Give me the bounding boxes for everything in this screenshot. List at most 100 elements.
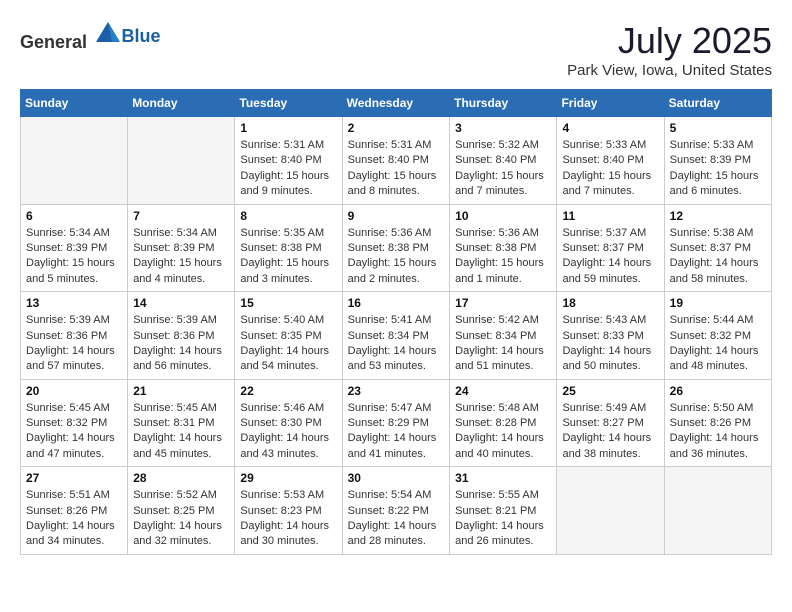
sunset-text: Sunset: 8:25 PM <box>133 505 214 517</box>
calendar-cell: 27 Sunrise: 5:51 AMSunset: 8:26 PMDayligh… <box>21 467 128 555</box>
sunrise-text: Sunrise: 5:36 AM <box>455 227 539 239</box>
day-number: 21 <box>133 384 229 398</box>
day-info: Sunrise: 5:43 AMSunset: 8:33 PMDaylight:… <box>562 313 658 375</box>
calendar-cell: 8Sunrise: 5:35 AMSunset: 8:38 PMDaylight… <box>235 204 342 292</box>
header-tuesday: Tuesday <box>235 90 342 117</box>
sunset-text: Sunset: 8:36 PM <box>133 330 214 342</box>
sunrise-text: Sunrise: 5:38 AM <box>670 227 754 239</box>
calendar-cell: 18Sunrise: 5:43 AMSunset: 8:33 PMDayligh… <box>557 292 664 380</box>
day-info: Sunrise: 5:38 AMSunset: 8:37 PMDaylight:… <box>670 226 766 288</box>
calendar-cell: 3 Sunrise: 5:32 AMSunset: 8:40 PMDaylight… <box>450 117 557 205</box>
sunrise-text: Sunrise: 5:43 AM <box>562 314 646 326</box>
daylight-text: Daylight: 14 hours and 51 minutes. <box>455 345 544 372</box>
sunrise-text: Sunrise: 5:55 AM <box>455 489 539 501</box>
daylight-text: Daylight: 15 hours and 7 minutes. <box>455 170 544 197</box>
day-info: Sunrise: 5:39 AMSunset: 8:36 PMDaylight:… <box>26 313 122 375</box>
daylight-text: Daylight: 15 hours and 6 minutes. <box>670 170 759 197</box>
sunset-text: Sunset: 8:38 PM <box>348 242 429 254</box>
daylight-text: Daylight: 14 hours and 45 minutes. <box>133 432 222 459</box>
sunset-text: Sunset: 8:28 PM <box>455 417 536 429</box>
sunrise-text: Sunrise: 5:33 AM <box>562 139 646 151</box>
calendar-cell: 30Sunrise: 5:54 AMSunset: 8:22 PMDayligh… <box>342 467 450 555</box>
sunset-text: Sunset: 8:38 PM <box>455 242 536 254</box>
sunset-text: Sunset: 8:40 PM <box>348 154 429 166</box>
sunrise-text: Sunrise: 5:45 AM <box>26 402 110 414</box>
sunset-text: Sunset: 8:32 PM <box>26 417 107 429</box>
day-info: Sunrise: 5:55 AMSunset: 8:21 PMDaylight:… <box>455 488 551 550</box>
daylight-text: Daylight: 14 hours and 47 minutes. <box>26 432 115 459</box>
calendar-cell: 11Sunrise: 5:37 AMSunset: 8:37 PMDayligh… <box>557 204 664 292</box>
daylight-text: Daylight: 14 hours and 59 minutes. <box>562 257 651 284</box>
day-number: 22 <box>240 384 336 398</box>
day-number: 7 <box>133 209 229 223</box>
day-number: 3 <box>455 121 551 135</box>
sunrise-text: Sunrise: 5:33 AM <box>670 139 754 151</box>
sunset-text: Sunset: 8:27 PM <box>562 417 643 429</box>
day-info: Sunrise: 5:34 AMSunset: 8:39 PMDaylight:… <box>133 226 229 288</box>
daylight-text: Daylight: 14 hours and 57 minutes. <box>26 345 115 372</box>
day-number: 5 <box>670 121 766 135</box>
daylight-text: Daylight: 14 hours and 40 minutes. <box>455 432 544 459</box>
daylight-text: Daylight: 14 hours and 34 minutes. <box>26 520 115 547</box>
daylight-text: Daylight: 14 hours and 36 minutes. <box>670 432 759 459</box>
sunrise-text: Sunrise: 5:51 AM <box>26 489 110 501</box>
sunset-text: Sunset: 8:39 PM <box>670 154 751 166</box>
day-number: 24 <box>455 384 551 398</box>
logo-general: General <box>20 32 87 52</box>
day-number: 2 <box>348 121 445 135</box>
sunrise-text: Sunrise: 5:36 AM <box>348 227 432 239</box>
daylight-text: Daylight: 15 hours and 8 minutes. <box>348 170 437 197</box>
day-info: Sunrise: 5:52 AMSunset: 8:25 PMDaylight:… <box>133 488 229 550</box>
day-number: 1 <box>240 121 336 135</box>
day-info: Sunrise: 5:36 AMSunset: 8:38 PMDaylight:… <box>348 226 445 288</box>
sunset-text: Sunset: 8:34 PM <box>348 330 429 342</box>
sunrise-text: Sunrise: 5:52 AM <box>133 489 217 501</box>
calendar-cell <box>128 117 235 205</box>
day-number: 19 <box>670 296 766 310</box>
day-info: Sunrise: 5:48 AMSunset: 8:28 PMDaylight:… <box>455 401 551 463</box>
sunset-text: Sunset: 8:23 PM <box>240 505 321 517</box>
sunset-text: Sunset: 8:21 PM <box>455 505 536 517</box>
day-info: Sunrise: 5:36 AM Sunset: 8:38 PM Daylight:… <box>455 226 551 288</box>
sunrise-text: Sunrise: 5:54 AM <box>348 489 432 501</box>
day-info: Sunrise: 5:53 AMSunset: 8:23 PMDaylight:… <box>240 488 336 550</box>
sunrise-text: Sunrise: 5:47 AM <box>348 402 432 414</box>
calendar-cell: 16Sunrise: 5:41 AMSunset: 8:34 PMDayligh… <box>342 292 450 380</box>
header-monday: Monday <box>128 90 235 117</box>
day-number: 27 <box>26 471 122 485</box>
sunset-text: Sunset: 8:38 PM <box>240 242 321 254</box>
daylight-text: Daylight: 15 hours and 1 minute. <box>455 257 544 284</box>
subtitle: Park View, Iowa, United States <box>567 62 772 79</box>
logo-icon <box>94 20 122 48</box>
day-number: 15 <box>240 296 336 310</box>
sunset-text: Sunset: 8:31 PM <box>133 417 214 429</box>
sunset-text: Sunset: 8:37 PM <box>562 242 643 254</box>
daylight-text: Daylight: 14 hours and 58 minutes. <box>670 257 759 284</box>
sunrise-text: Sunrise: 5:46 AM <box>240 402 324 414</box>
daylight-text: Daylight: 15 hours and 7 minutes. <box>562 170 651 197</box>
sunrise-text: Sunrise: 5:50 AM <box>670 402 754 414</box>
sunset-text: Sunset: 8:40 PM <box>240 154 321 166</box>
header-saturday: Saturday <box>664 90 771 117</box>
day-number: 8 <box>240 209 336 223</box>
week-row-2: 6Sunrise: 5:34 AMSunset: 8:39 PMDaylight… <box>21 204 772 292</box>
calendar-cell: 5 Sunrise: 5:33 AM Sunset: 8:39 PM Daylight… <box>664 117 771 205</box>
sunset-text: Sunset: 8:39 PM <box>26 242 107 254</box>
sunrise-text: Sunrise: 5:49 AM <box>562 402 646 414</box>
page-header: General Blue July 2025 Park View, Iowa, … <box>20 20 772 79</box>
calendar-cell: 9Sunrise: 5:36 AMSunset: 8:38 PMDaylight… <box>342 204 450 292</box>
day-info: Sunrise: 5:51 AMSunset: 8:26 PMDaylight:… <box>26 488 122 550</box>
day-info: Sunrise: 5:46 AMSunset: 8:30 PMDaylight:… <box>240 401 336 463</box>
day-info: Sunrise: 5:45 AM Sunset: 8:32 PM Daylight:… <box>26 401 122 463</box>
calendar-cell: 19Sunrise: 5:44 AMSunset: 8:32 PMDayligh… <box>664 292 771 380</box>
sunrise-text: Sunrise: 5:37 AM <box>562 227 646 239</box>
calendar-cell: 28Sunrise: 5:52 AMSunset: 8:25 PMDayligh… <box>128 467 235 555</box>
calendar-cell <box>21 117 128 205</box>
daylight-text: Daylight: 14 hours and 54 minutes. <box>240 345 329 372</box>
day-number: 9 <box>348 209 445 223</box>
calendar-cell: 21 Sunrise: 5:45 AMSunset: 8:31 PMDayligh… <box>128 379 235 467</box>
day-info: Sunrise: 5:45 AMSunset: 8:31 PMDaylight:… <box>133 401 229 463</box>
day-info: Sunrise: 5:32 AMSunset: 8:40 PMDaylight:… <box>455 138 551 200</box>
sunset-text: Sunset: 8:34 PM <box>455 330 536 342</box>
main-title: July 2025 <box>567 20 772 62</box>
